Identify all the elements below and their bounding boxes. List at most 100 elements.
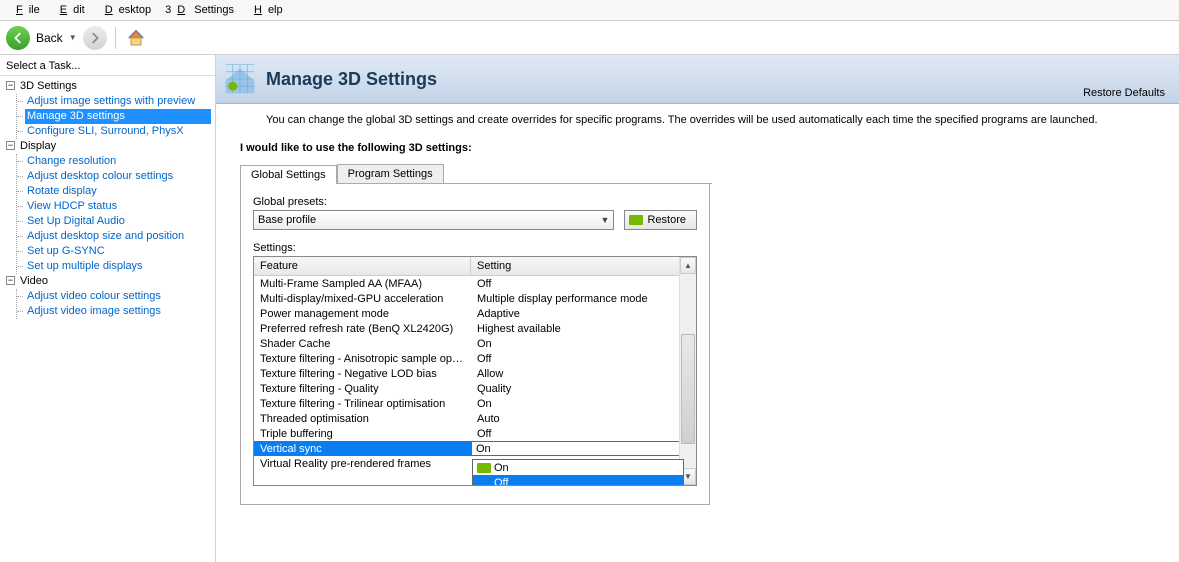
back-button[interactable] <box>6 26 30 50</box>
tab-program-settings[interactable]: Program Settings <box>337 164 444 183</box>
toolbar: Back ▼ <box>0 21 1179 55</box>
preset-select-value: Base profile <box>258 214 316 226</box>
tree-item[interactable]: Set up G-SYNC <box>25 244 211 259</box>
page-header: Manage 3D Settings Restore Defaults <box>216 55 1179 104</box>
tree-item[interactable]: Adjust desktop colour settings <box>25 169 211 184</box>
dropdown-option[interactable]: On <box>473 460 683 475</box>
setting-row[interactable]: Multi-Frame Sampled AA (MFAA)Off <box>254 276 696 291</box>
tree-item[interactable]: View HDCP status <box>25 199 211 214</box>
home-icon <box>126 28 146 48</box>
setting-value[interactable]: On <box>471 338 696 350</box>
tree-toggle[interactable]: − <box>6 141 15 150</box>
setting-value[interactable]: Allow <box>471 368 696 380</box>
setting-value[interactable]: Auto <box>471 413 696 425</box>
vsync-dropdown[interactable]: OnOff <box>472 459 684 486</box>
restore-preset-label: Restore <box>647 214 686 226</box>
tree-item[interactable]: Manage 3D settings <box>25 109 211 124</box>
tree-toggle[interactable]: − <box>6 81 15 90</box>
tree-toggle[interactable]: − <box>6 276 15 285</box>
setting-feature: Texture filtering - Quality <box>254 383 471 395</box>
tree-item[interactable]: Adjust desktop size and position <box>25 229 211 244</box>
nvidia-icon <box>477 463 491 473</box>
setting-row[interactable]: Threaded optimisationAuto <box>254 411 696 426</box>
setting-feature: Virtual Reality pre-rendered frames <box>254 458 471 470</box>
tree-item[interactable]: Adjust image settings with preview <box>25 94 211 109</box>
setting-value[interactable]: On <box>471 398 696 410</box>
tree-item[interactable]: Rotate display <box>25 184 211 199</box>
restore-preset-button[interactable]: Restore <box>624 210 697 230</box>
toolbar-separator <box>115 27 116 49</box>
task-header: Select a Task... <box>0 57 215 76</box>
forward-button[interactable] <box>83 26 107 50</box>
tree-item[interactable]: Configure SLI, Surround, PhysX <box>25 124 211 139</box>
tree-item[interactable]: Adjust video colour settings <box>25 289 211 304</box>
setting-value[interactable]: On▾ <box>471 441 696 456</box>
setting-value[interactable]: Highest available <box>471 323 696 335</box>
presets-label: Global presets: <box>253 196 697 208</box>
tree-item[interactable]: Set up multiple displays <box>25 259 211 274</box>
settings-header: Feature Setting <box>254 257 696 276</box>
setting-value[interactable]: Off <box>471 353 696 365</box>
menu-file[interactable]: File <box>4 2 46 18</box>
tree-group-3d-settings[interactable]: 3D Settings <box>20 79 77 94</box>
settings-list: Feature Setting Multi-Frame Sampled AA (… <box>253 256 697 486</box>
menu-edit[interactable]: Edit <box>48 2 91 18</box>
tab-bar: Global SettingsProgram Settings <box>240 164 712 184</box>
page-title: Manage 3D Settings <box>266 69 437 90</box>
setting-feature: Texture filtering - Anisotropic sample o… <box>254 353 471 365</box>
setting-row[interactable]: Multi-display/mixed-GPU accelerationMult… <box>254 291 696 306</box>
setting-row[interactable]: Preferred refresh rate (BenQ XL2420G)Hig… <box>254 321 696 336</box>
setting-feature: Threaded optimisation <box>254 413 471 425</box>
intro-text: You can change the global 3D settings an… <box>216 104 1179 136</box>
setting-row[interactable]: Power management modeAdaptive <box>254 306 696 321</box>
setting-row[interactable]: Vertical syncOn▾ <box>254 441 696 456</box>
tab-body: Global presets: Base profile ▼ Restore S… <box>240 184 710 505</box>
tree-item[interactable]: Set Up Digital Audio <box>25 214 211 229</box>
setting-feature: Shader Cache <box>254 338 471 350</box>
column-feature[interactable]: Feature <box>254 257 471 275</box>
back-history-dropdown[interactable]: ▼ <box>69 33 77 42</box>
setting-feature: Texture filtering - Trilinear optimisati… <box>254 398 471 410</box>
back-label: Back <box>36 31 63 45</box>
scroll-thumb[interactable] <box>681 334 695 444</box>
arrow-left-icon <box>11 31 25 45</box>
tree-item[interactable]: Adjust video image settings <box>25 304 211 319</box>
menu-desktop[interactable]: Desktop <box>93 2 157 18</box>
preset-select[interactable]: Base profile ▼ <box>253 210 614 230</box>
setting-row[interactable]: Triple bufferingOff <box>254 426 696 441</box>
setting-row[interactable]: Texture filtering - Negative LOD biasAll… <box>254 366 696 381</box>
setting-row[interactable]: Texture filtering - QualityQuality <box>254 381 696 396</box>
setting-feature: Power management mode <box>254 308 471 320</box>
setting-value[interactable]: Off <box>471 428 696 440</box>
chevron-down-icon: ▼ <box>601 215 610 225</box>
setting-value[interactable]: Quality <box>471 383 696 395</box>
scrollbar[interactable]: ▲ ▼ <box>679 257 696 485</box>
home-button[interactable] <box>124 26 148 50</box>
restore-defaults-link[interactable]: Restore Defaults <box>1083 87 1165 99</box>
tree-group-display[interactable]: Display <box>20 139 56 154</box>
setting-row[interactable]: Shader CacheOn <box>254 336 696 351</box>
menu-bar: FileEditDesktop3D SettingsHelp <box>0 0 1179 21</box>
arrow-right-icon <box>88 31 102 45</box>
setting-value[interactable]: Multiple display performance mode <box>471 293 696 305</box>
dropdown-option[interactable]: Off <box>473 475 683 486</box>
menu-help[interactable]: Help <box>242 2 289 18</box>
column-setting[interactable]: Setting <box>471 257 696 275</box>
tab-global-settings[interactable]: Global Settings <box>240 165 337 184</box>
setting-row[interactable]: Texture filtering - Trilinear optimisati… <box>254 396 696 411</box>
content-area: Manage 3D Settings Restore Defaults You … <box>216 55 1179 562</box>
menu-3d-settings[interactable]: 3D Settings <box>159 2 240 18</box>
setting-feature: Multi-Frame Sampled AA (MFAA) <box>254 278 471 290</box>
setting-feature: Texture filtering - Negative LOD bias <box>254 368 471 380</box>
setting-row[interactable]: Texture filtering - Anisotropic sample o… <box>254 351 696 366</box>
scroll-up-icon[interactable]: ▲ <box>680 257 696 274</box>
setting-feature: Preferred refresh rate (BenQ XL2420G) <box>254 323 471 335</box>
task-sidebar: Select a Task... −3D SettingsAdjust imag… <box>0 55 216 562</box>
setting-value[interactable]: Off <box>471 278 696 290</box>
setting-feature: Multi-display/mixed-GPU acceleration <box>254 293 471 305</box>
settings-label: Settings: <box>253 242 697 254</box>
tree-group-video[interactable]: Video <box>20 274 48 289</box>
tree-item[interactable]: Change resolution <box>25 154 211 169</box>
setting-feature: Triple buffering <box>254 428 471 440</box>
setting-value[interactable]: Adaptive <box>471 308 696 320</box>
